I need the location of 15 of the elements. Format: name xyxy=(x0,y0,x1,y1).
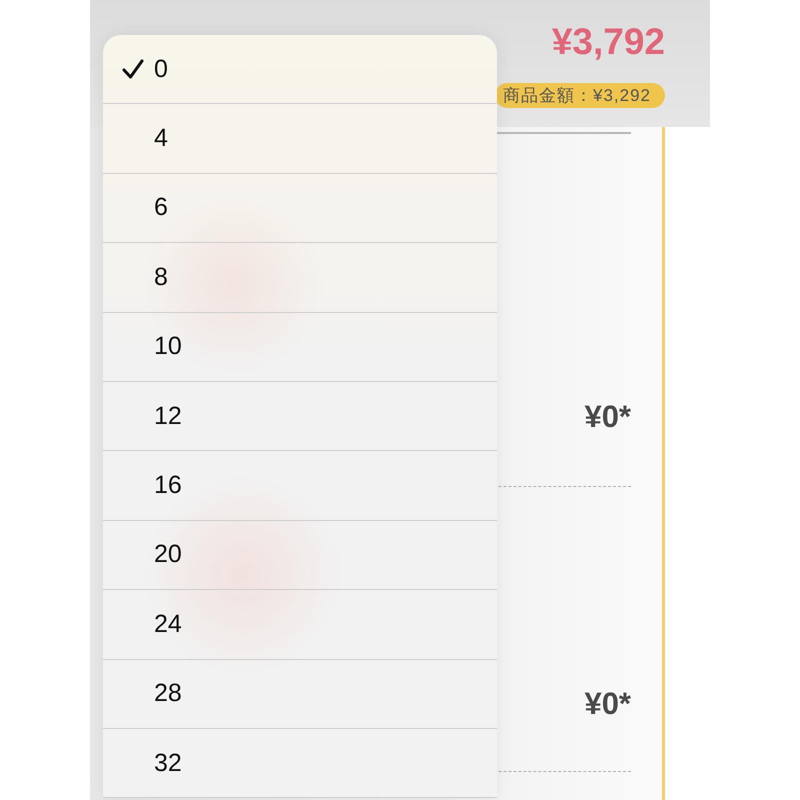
menu-item[interactable]: 6 xyxy=(103,174,497,244)
item-price: ¥0* xyxy=(584,399,631,435)
menu-item[interactable]: 8 xyxy=(103,243,497,313)
total-price: ¥3,792 xyxy=(552,20,665,64)
menu-item[interactable]: 16 xyxy=(103,451,497,521)
menu-item[interactable]: 10 xyxy=(103,312,497,382)
menu-item[interactable]: 32 xyxy=(103,728,497,798)
menu-item[interactable]: 20 xyxy=(103,520,497,590)
menu-item[interactable]: 4 xyxy=(103,104,497,174)
menu-item[interactable]: 24 xyxy=(103,590,497,660)
item-price: ¥0* xyxy=(584,686,631,722)
subtotal-badge: 商品金額：¥3,292 xyxy=(495,83,665,108)
menu-item[interactable]: 12 xyxy=(103,382,497,452)
menu-item[interactable]: 28 xyxy=(103,660,497,729)
menu-item[interactable]: 0 xyxy=(103,35,497,104)
